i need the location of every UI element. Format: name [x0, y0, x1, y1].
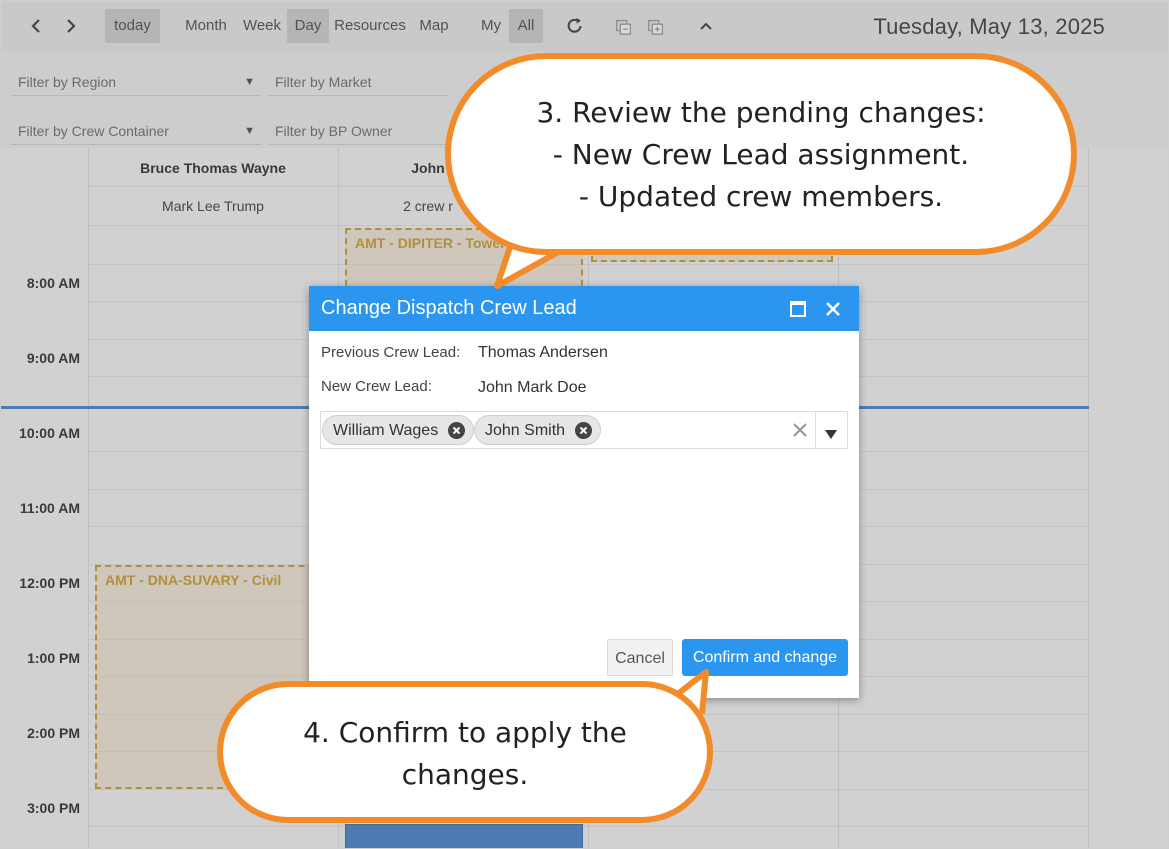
- screenshot-border: [0, 0, 1169, 849]
